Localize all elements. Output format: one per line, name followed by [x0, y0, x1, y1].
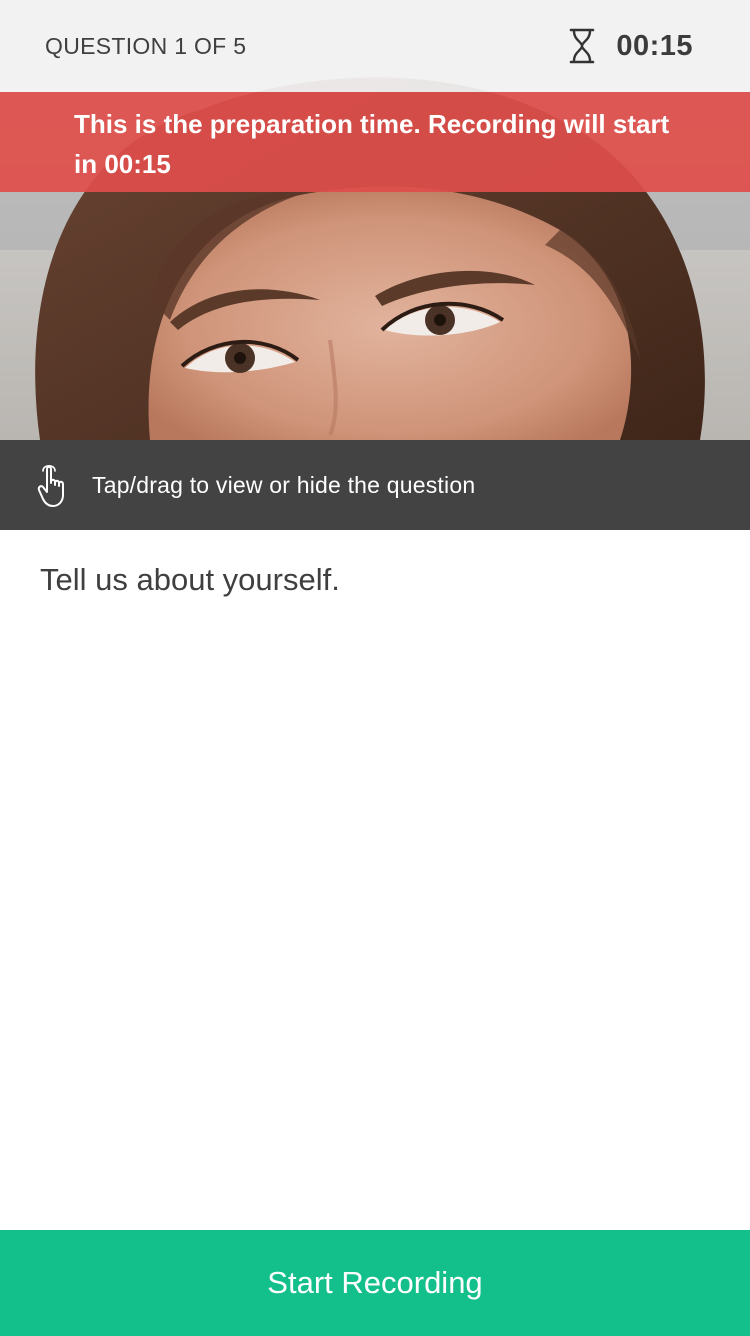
question-counter: QUESTION 1 OF 5 — [45, 32, 247, 59]
top-bar: QUESTION 1 OF 5 00:15 — [0, 0, 750, 92]
start-recording-button[interactable]: Start Recording — [0, 1230, 750, 1336]
question-text: Tell us about yourself. — [40, 562, 340, 597]
preparation-message: This is the preparation time. Recording … — [74, 109, 670, 179]
countdown-timer: 00:15 — [568, 28, 693, 64]
preparation-banner: This is the preparation time. Recording … — [0, 92, 750, 192]
question-toggle-handle[interactable]: Tap/drag to view or hide the question — [0, 440, 750, 530]
interview-screen: QUESTION 1 OF 5 00:15 This is the prepar… — [0, 0, 750, 1336]
hourglass-icon — [570, 28, 595, 64]
timer-value: 00:15 — [616, 29, 693, 62]
hint-text: Tap/drag to view or hide the question — [92, 471, 476, 498]
hand-pointer-icon — [37, 464, 64, 507]
